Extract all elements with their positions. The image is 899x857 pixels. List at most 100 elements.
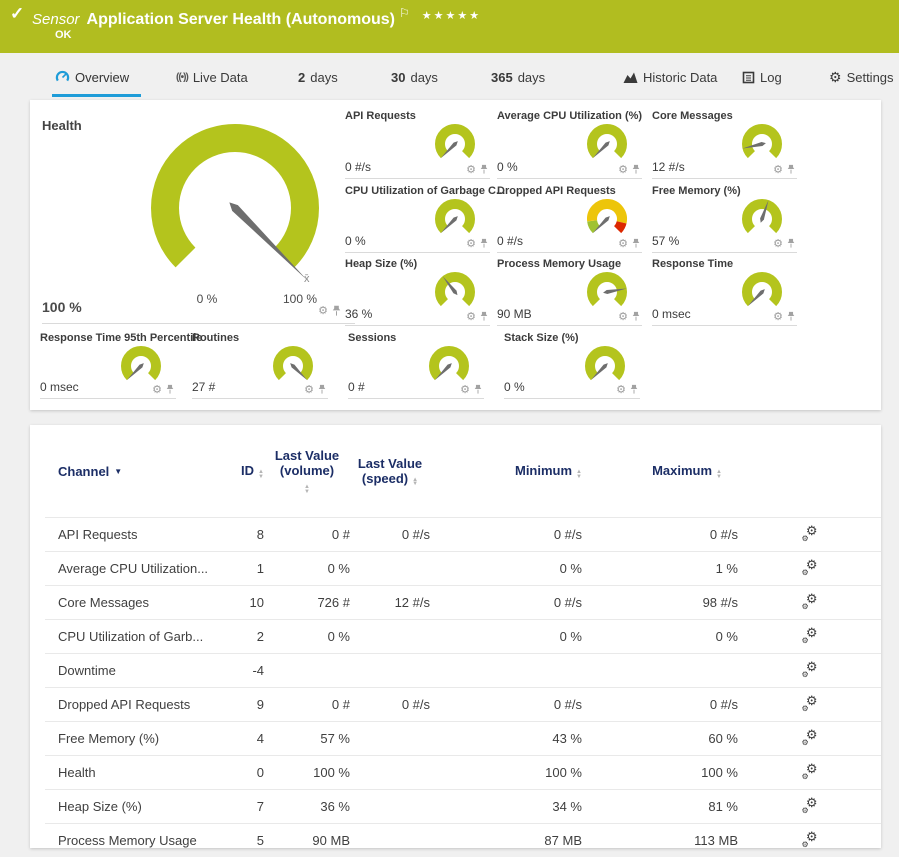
sort-icon[interactable]: ▲▼ <box>412 478 418 487</box>
tab-30-days[interactable]: 30days <box>391 60 438 94</box>
channel-id: 9 <box>220 688 264 722</box>
pin-icon[interactable] <box>787 238 795 249</box>
sort-icon[interactable]: ▲▼ <box>576 470 582 479</box>
pin-icon[interactable] <box>166 384 174 395</box>
channel-settings-gears-icon[interactable]: ⚙⚙ <box>802 696 818 711</box>
gear-icon[interactable]: ⚙ <box>616 385 626 395</box>
pin-icon[interactable] <box>480 311 488 322</box>
gear-icon[interactable]: ⚙ <box>466 239 476 249</box>
column-header-minimum[interactable]: Minimum▲▼ <box>430 425 582 518</box>
flag-icon[interactable]: ⚐ <box>399 6 410 20</box>
pin-icon[interactable] <box>474 384 482 395</box>
channel-settings-gears-icon[interactable]: ⚙⚙ <box>802 628 818 643</box>
gear-icon[interactable]: ⚙ <box>152 385 162 395</box>
tab-live-data[interactable]: ((•))Live Data <box>176 60 248 94</box>
chevron-down-icon: ▼ <box>114 467 122 476</box>
pin-icon[interactable] <box>787 164 795 175</box>
minimum-value <box>430 654 582 688</box>
channel-name[interactable]: Core Messages <box>45 586 220 620</box>
sensor-title: Application Server Health (Autonomous) <box>87 11 395 28</box>
priority-stars[interactable]: ★★★★★ <box>422 10 481 22</box>
channel-settings-gears-icon[interactable]: ⚙⚙ <box>802 594 818 609</box>
pin-icon[interactable] <box>787 311 795 322</box>
table-row-health: Health0100 %100 %100 %⚙⚙ <box>45 756 881 790</box>
gear-icon[interactable]: ⚙ <box>618 165 628 175</box>
maximum-value: 0 % <box>582 620 738 654</box>
channel-name[interactable]: CPU Utilization of Garb... <box>45 620 220 654</box>
settings-icon: ⚙ <box>829 69 842 86</box>
tab-settings[interactable]: ⚙Settings <box>829 60 894 94</box>
tab-overview[interactable]: Overview <box>55 60 129 94</box>
column-header-channel[interactable]: Channel▼ <box>45 425 220 518</box>
pin-icon[interactable] <box>632 311 640 322</box>
gear-icon[interactable]: ⚙ <box>304 385 314 395</box>
pin-icon[interactable] <box>632 164 640 175</box>
gear-icon[interactable]: ⚙ <box>466 165 476 175</box>
sort-icon[interactable]: ▲▼ <box>304 485 310 494</box>
gear-icon[interactable]: ⚙ <box>773 239 783 249</box>
tab-historic-data[interactable]: Historic Data <box>623 60 717 94</box>
gauge-tile-response-time-95th-percentile: Response Time 95th Percentile0 msec⚙ <box>40 332 176 399</box>
channel-settings-gears-icon[interactable]: ⚙⚙ <box>802 730 818 745</box>
table-row-cpu-utilization-of-garb: CPU Utilization of Garb...20 %0 %0 %⚙⚙ <box>45 620 881 654</box>
last-value-volume: 0 # <box>264 688 350 722</box>
channel-name[interactable]: API Requests <box>45 518 220 552</box>
maximum-value: 1 % <box>582 552 738 586</box>
last-value-speed: 12 #/s <box>350 586 430 620</box>
pin-icon[interactable] <box>332 305 341 317</box>
column-header-last-value-speed[interactable]: Last Value (speed)▲▼ <box>350 425 430 518</box>
gear-icon[interactable]: ⚙ <box>773 312 783 322</box>
tab-log[interactable]: Log <box>742 60 782 94</box>
gear-icon[interactable]: ⚙ <box>318 306 328 316</box>
last-value-speed <box>350 790 430 824</box>
pin-icon[interactable] <box>632 238 640 249</box>
gear-icon[interactable]: ⚙ <box>618 239 628 249</box>
channel-name[interactable]: Process Memory Usage <box>45 824 220 857</box>
gauge-value: 12 #/s <box>652 160 685 174</box>
channel-id: 5 <box>220 824 264 857</box>
channel-name[interactable]: Free Memory (%) <box>45 722 220 756</box>
last-value-speed <box>350 552 430 586</box>
gear-icon[interactable]: ⚙ <box>466 312 476 322</box>
maximum-value: 113 MB <box>582 824 738 857</box>
minimum-value: 43 % <box>430 722 582 756</box>
pin-icon[interactable] <box>480 238 488 249</box>
column-header-last-value-volume[interactable]: Last Value (volume) ▲▼ <box>264 425 350 518</box>
pin-icon[interactable] <box>630 384 638 395</box>
gear-icon[interactable]: ⚙ <box>773 165 783 175</box>
gauge-value: 90 MB <box>497 307 532 321</box>
gauge-value: 0 % <box>497 160 518 174</box>
gauge-tile-health: Health 100 % 0 % 100 % x̄ ⚙ <box>42 110 355 324</box>
gear-icon[interactable]: ⚙ <box>618 312 628 322</box>
gauge-title: Free Memory (%) <box>652 185 741 197</box>
channel-settings-gears-icon[interactable]: ⚙⚙ <box>802 798 818 813</box>
channel-name[interactable]: Average CPU Utilization... <box>45 552 220 586</box>
tab-2-days[interactable]: 2days <box>298 60 338 94</box>
channel-settings-gears-icon[interactable]: ⚙⚙ <box>802 526 818 541</box>
column-header-maximum[interactable]: Maximum▲▼ <box>582 425 738 518</box>
channel-settings-gears-icon[interactable]: ⚙⚙ <box>802 662 818 677</box>
gear-icon[interactable]: ⚙ <box>460 385 470 395</box>
maximum-value: 0 #/s <box>582 518 738 552</box>
last-value-volume <box>264 654 350 688</box>
pin-icon[interactable] <box>480 164 488 175</box>
sensor-status-banner: ✓ SensorApplication Server Health (Auton… <box>0 0 899 53</box>
channel-name[interactable]: Health <box>45 756 220 790</box>
maximum-value: 81 % <box>582 790 738 824</box>
sort-icon[interactable]: ▲▼ <box>716 470 722 479</box>
tab-365-days[interactable]: 365days <box>491 60 545 94</box>
column-header-id[interactable]: ID▲▼ <box>220 425 264 518</box>
channel-name[interactable]: Downtime <box>45 654 220 688</box>
channel-name[interactable]: Dropped API Requests <box>45 688 220 722</box>
pin-icon[interactable] <box>318 384 326 395</box>
gauge-axis-min: 0 % <box>177 292 237 306</box>
channel-settings-gears-icon[interactable]: ⚙⚙ <box>802 764 818 779</box>
channel-settings-gears-icon[interactable]: ⚙⚙ <box>802 560 818 575</box>
gauge-tile-process-memory-usage: Process Memory Usage90 MB⚙ <box>497 258 642 326</box>
sort-icon[interactable]: ▲▼ <box>258 470 264 479</box>
gauge-title: Average CPU Utilization (%) <box>497 110 642 122</box>
channel-settings-gears-icon[interactable]: ⚙⚙ <box>802 832 818 847</box>
channel-name[interactable]: Heap Size (%) <box>45 790 220 824</box>
gauge-value: 0 #/s <box>497 234 523 248</box>
gauge-tile-routines: Routines27 #⚙ <box>192 332 328 399</box>
